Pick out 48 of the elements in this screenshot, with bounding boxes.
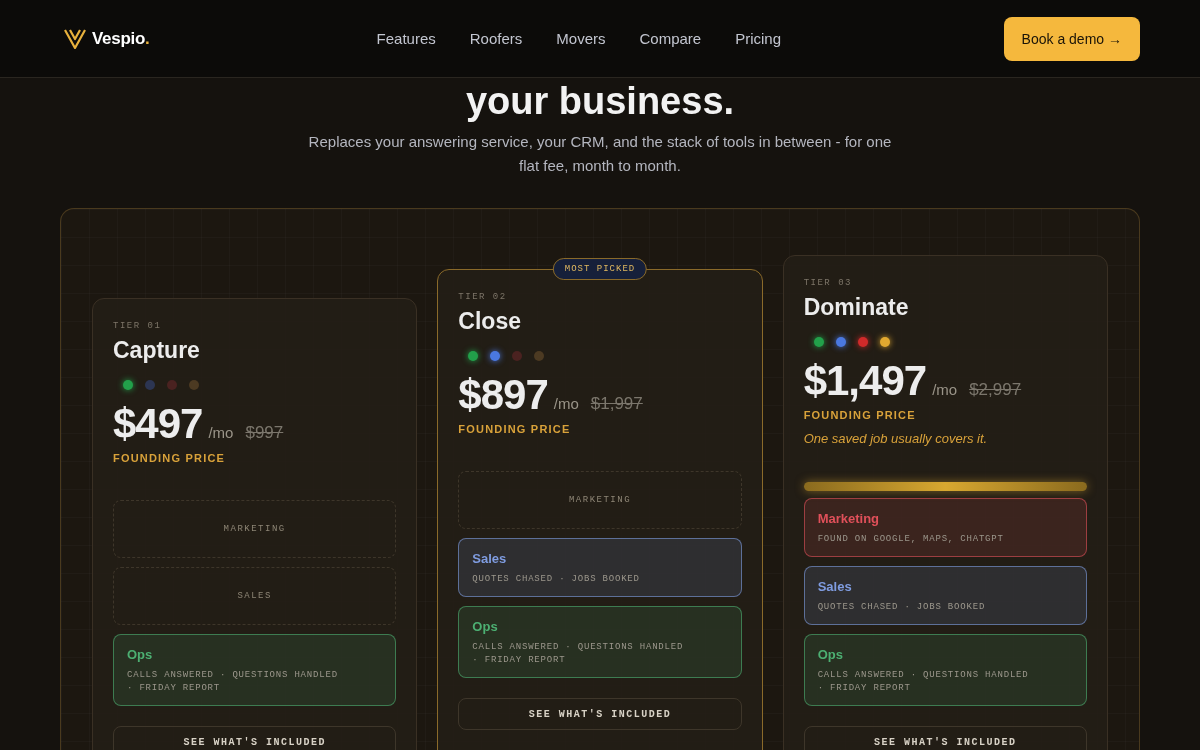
tier-label: TIER 02 (458, 292, 508, 302)
hero-heading: your business. (465, 82, 735, 120)
price: $497 (113, 400, 203, 448)
see-included-button[interactable]: SEE WHAT'S INCLUDED (803, 726, 1087, 750)
old-price: $2,997 (969, 380, 1022, 400)
module-title: Ops (472, 619, 499, 634)
module-detail: CALLS ANSWERED · QUESTIONS HANDLED · FRIDAY REPORT (472, 641, 685, 667)
nav-link[interactable]: Compare (639, 30, 702, 47)
plan-note: One saved job usually covers it. (803, 431, 989, 446)
logo-icon (64, 28, 86, 49)
module-label: MARKETING (568, 495, 632, 505)
plan-name: Close (458, 308, 522, 335)
tier-label: TIER 01 (113, 321, 163, 331)
module-detail: CALLS ANSWERED · QUESTIONS HANDLED · FRIDAY REPORT (127, 669, 339, 695)
price: $1,497 (803, 357, 927, 405)
see-included-button[interactable]: SEE WHAT'S INCLUDED (458, 698, 742, 730)
nav-link[interactable]: Roofers (469, 30, 523, 47)
module-detail: QUOTES CHASED · JOBS BOOKED (472, 573, 641, 586)
price-period: /mo (208, 424, 234, 441)
module-title: Sales (472, 551, 508, 566)
nav-link[interactable]: Movers (556, 30, 606, 47)
founding-price-label: FOUNDING PRICE (803, 409, 917, 421)
logo-wordmark[interactable]: Vespio. (92, 28, 150, 49)
module-detail: FOUND ON GOOGLE, MAPS, CHATGPT (817, 533, 1005, 546)
old-price: $997 (245, 423, 284, 443)
price-period: /mo (932, 381, 958, 398)
founding-price-label: FOUNDING PRICE (113, 452, 227, 464)
module-label: SALES (237, 591, 272, 601)
founding-price-label: FOUNDING PRICE (458, 423, 572, 435)
hero-subtitle: Replaces your answering service, your CRM, and the stack of tools in between - for one flat fee, month to month. (307, 132, 893, 176)
nav-link[interactable]: Features (376, 30, 436, 47)
nav-link[interactable]: Pricing (735, 30, 782, 47)
tier-label: TIER 03 (803, 278, 853, 288)
module-title: Sales (817, 579, 853, 594)
most-picked-badge: MOST PICKED (552, 258, 648, 280)
module-title: Marketing (817, 511, 881, 526)
module-label: MARKETING (223, 524, 286, 534)
price: $897 (458, 371, 548, 419)
see-included-button[interactable]: SEE WHAT'S INCLUDED (113, 726, 397, 750)
module-title: Ops (817, 647, 844, 662)
module-detail: CALLS ANSWERED · QUESTIONS HANDLED · FRIDAY REPORT (817, 669, 1030, 695)
module-title: Ops (127, 647, 154, 662)
book-demo-button[interactable]: Book a demo → (1003, 16, 1140, 61)
price-period: /mo (553, 395, 579, 412)
plan-name: Dominate (803, 294, 910, 321)
plan-name: Capture (113, 337, 201, 364)
module-detail: QUOTES CHASED · JOBS BOOKED (817, 601, 987, 614)
old-price: $1,997 (590, 394, 643, 414)
